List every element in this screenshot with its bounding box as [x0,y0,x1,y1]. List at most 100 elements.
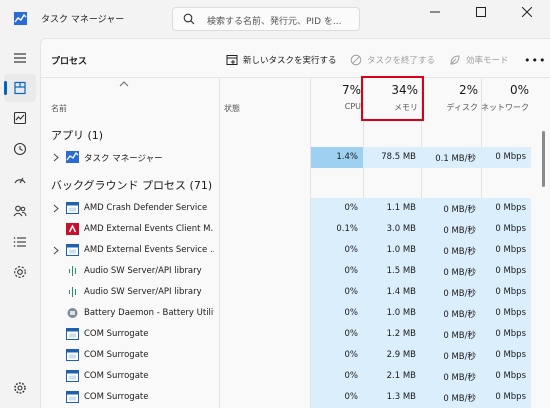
group-header-apps[interactable]: アプリ (1) [51,127,103,143]
search-box[interactable]: 検索する名前、発行元、PID を... [172,7,360,31]
cpu-cell: 0% [311,198,363,219]
cpu-cell: 0.1% [311,219,363,240]
network-cell: 0 Mbps [481,261,531,282]
users-icon [13,205,27,217]
disk-cell: 0 MB/秒 [421,387,481,408]
end-task-label: タスクを終了する [367,56,436,66]
end-task-button[interactable]: タスクを終了する [350,49,435,71]
column-cpu-label[interactable]: CPU [311,102,361,111]
table-row[interactable]: AMD External Events Client M... 0.1% 3.0 M… [41,219,550,240]
column-status[interactable]: 状態 [224,103,240,114]
column-disk-percent[interactable]: 2% [421,83,478,97]
minimize-icon [430,11,440,13]
table-row[interactable]: AMD External Events Service ... 0% 1.0 MB 0… [41,240,550,261]
minimize-button[interactable] [412,0,458,24]
maximize-icon [476,7,486,17]
startup-icon [14,177,26,184]
table-row[interactable]: AMD Crash Defender Service 0% 1.1 MB 0 MB/秒… [41,198,550,219]
cpu-cell: 1.4% [311,147,363,168]
group-header-background[interactable]: バックグラウンド プロセス (71) [51,177,212,193]
nav-menu-button[interactable] [4,44,36,72]
cpu-cell: 0% [311,303,363,324]
disk-cell: 0 MB/秒 [421,345,481,366]
column-network-percent[interactable]: 0% [481,83,529,97]
table-row[interactable]: タスク マネージャー 1.4% 78.5 MB 0.1 MB/秒 0 Mbps [41,147,550,168]
table-row[interactable]: Audio SW Server/API library 0% 1.5 MB 0 MB/… [41,261,550,282]
memory-cell: 1.3 MB [363,387,421,408]
audio-icon [69,287,76,297]
window-icon [66,202,79,214]
network-cell: 0 Mbps [481,387,531,408]
page-title: プロセス [51,57,88,67]
process-name: Battery Daemon - Battery Utility [84,308,214,318]
chevron-right-icon[interactable] [53,204,59,213]
memory-cell: 1.2 MB [363,324,421,345]
memory-cell: 1.5 MB [363,261,421,282]
nav-active-indicator [4,81,7,95]
amd-icon [66,223,79,235]
nav-item-processes[interactable] [4,74,36,102]
more-options-button[interactable]: ••• [524,54,546,67]
process-name: COM Surrogate [84,350,149,360]
audio-icon [69,266,76,276]
run-new-task-label: 新しいタスクを実行する [243,56,337,66]
table-row[interactable]: Audio SW Server/API library 0% 1.4 MB 0 MB/… [41,282,550,303]
nav-item-startup[interactable] [4,166,36,194]
window-icon [66,391,79,403]
maximize-button[interactable] [458,0,504,24]
details-icon [13,237,26,247]
nav-item-performance[interactable] [4,104,36,132]
network-cell: 0 Mbps [481,345,531,366]
app-history-icon [13,142,27,156]
window-icon [66,328,79,340]
disk-cell: 0 MB/秒 [421,366,481,387]
cpu-cell: 0% [311,366,363,387]
memory-cell: 1.0 MB [363,303,421,324]
performance-icon [13,111,27,125]
close-button[interactable] [504,0,550,24]
run-new-task-button[interactable]: 新しいタスクを実行する [226,49,337,71]
hamburger-icon [14,53,26,63]
process-name: AMD External Events Client M... [84,224,214,234]
chevron-right-icon[interactable] [53,246,59,255]
table-row[interactable]: COM Surrogate 0% 2.1 MB 0 MB/秒 0 Mbps [41,366,550,387]
process-name: Audio SW Server/API library [84,287,202,297]
app-title: タスク マネージャー [41,15,125,25]
nav-item-app-history[interactable] [4,135,36,163]
run-task-icon [226,55,238,65]
nav-item-details[interactable] [4,228,36,256]
task-manager-logo-icon [14,12,27,25]
disk-cell: 0 MB/秒 [421,240,481,261]
search-input[interactable]: 検索する名前、発行元、PID を... [207,14,341,27]
task-manager-icon [66,151,79,163]
column-name[interactable]: 名前 [51,103,67,114]
sort-ascending-icon[interactable] [119,81,129,87]
process-name: COM Surrogate [84,329,149,339]
table-row[interactable]: COM Surrogate 0% 1.2 MB 0 MB/秒 0 Mbps [41,324,550,345]
settings-icon [14,382,26,394]
column-disk-label[interactable]: ディスク [421,102,478,113]
table-row[interactable]: COM Surrogate 0% 1.3 MB 0 MB/秒 0 Mbps [41,387,550,408]
memory-cell: 2.1 MB [363,366,421,387]
network-cell: 0 Mbps [481,324,531,345]
memory-column-highlight [361,76,424,121]
efficiency-mode-button[interactable]: 効率モード [449,49,509,71]
table-row[interactable]: COM Surrogate 0% 2.9 MB 0 MB/秒 0 Mbps [41,345,550,366]
memory-cell: 78.5 MB [363,147,421,168]
leaf-icon [450,55,460,65]
process-name: AMD External Events Service ... [84,245,214,255]
table-row[interactable]: Battery Daemon - Battery Utility 0% 1.0 MB… [41,303,550,324]
memory-cell: 1.1 MB [363,198,421,219]
nav-item-services[interactable] [4,258,36,286]
close-icon [522,7,532,17]
column-network-label[interactable]: ネットワーク [481,102,529,113]
chevron-right-icon[interactable] [53,153,59,162]
disk-cell: 0 MB/秒 [421,303,481,324]
cpu-cell: 0% [311,387,363,408]
scrollbar-thumb[interactable] [542,131,545,187]
cpu-cell: 0% [311,240,363,261]
processes-icon [14,81,26,95]
column-cpu-percent[interactable]: 7% [311,83,361,97]
nav-item-users[interactable] [4,197,36,225]
nav-item-settings[interactable] [4,374,36,402]
